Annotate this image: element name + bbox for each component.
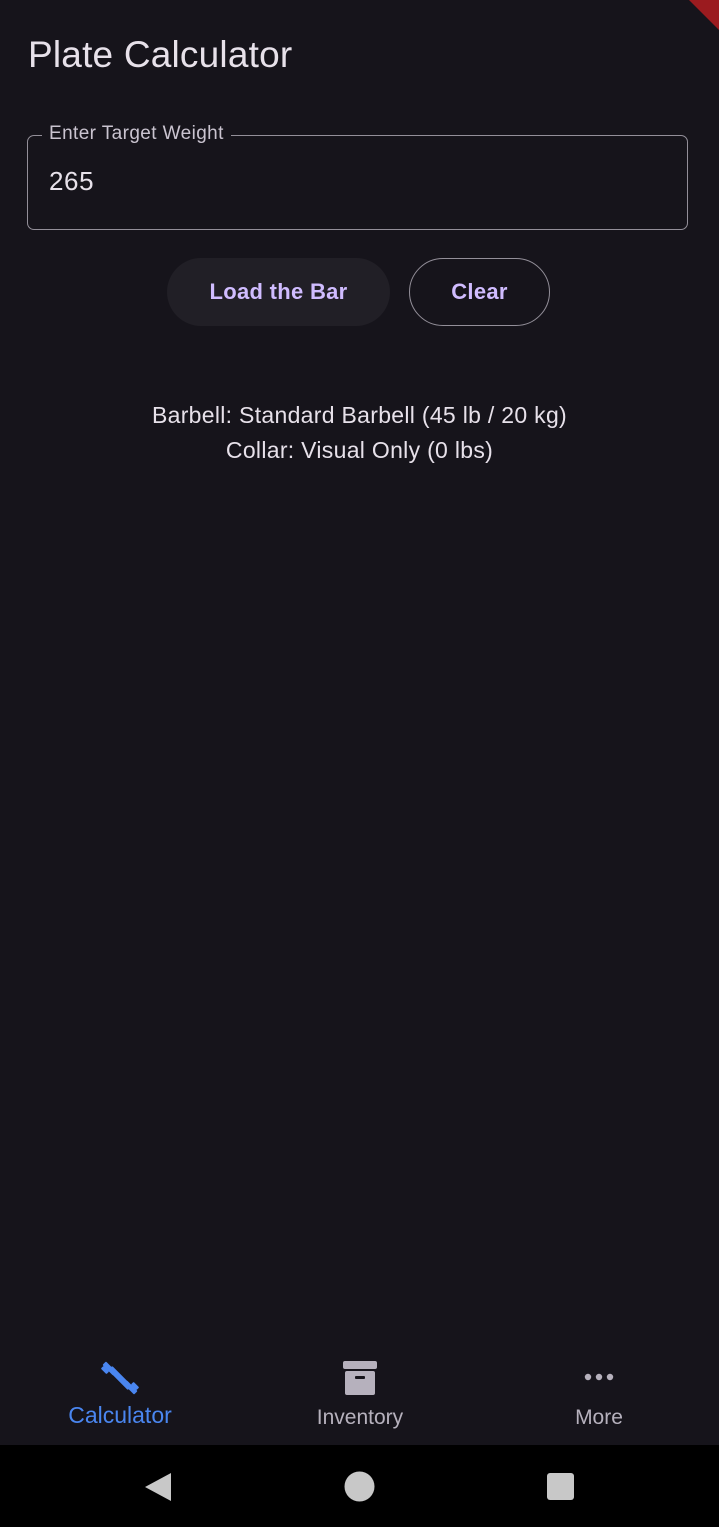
recents-square-icon[interactable] xyxy=(547,1473,574,1500)
target-weight-input[interactable]: 265 xyxy=(49,166,94,197)
more-dots-icon xyxy=(584,1373,614,1381)
collar-info: Collar: Visual Only (0 lbs) xyxy=(225,437,494,463)
load-bar-button[interactable]: Load the Bar xyxy=(167,258,390,326)
nav-item-more[interactable]: More xyxy=(479,1340,719,1445)
barbell-info: Barbell: Standard Barbell (45 lb / 20 kg… xyxy=(151,402,568,428)
page-title: Plate Calculator xyxy=(28,34,293,75)
system-navigation-bar xyxy=(0,1445,719,1527)
target-weight-label: Enter Target Weight xyxy=(42,123,231,145)
nav-item-calculator[interactable]: Calculator xyxy=(0,1340,240,1445)
app-screen: Plate Calculator Enter Target Weight 265… xyxy=(0,0,719,1527)
nav-label-more: More xyxy=(575,1406,623,1429)
nav-label-calculator: Calculator xyxy=(68,1402,172,1428)
archive-box-icon xyxy=(343,1361,377,1395)
target-weight-field[interactable]: Enter Target Weight 265 xyxy=(27,123,688,230)
barbell-icon xyxy=(101,1361,139,1395)
bottom-navigation: Calculator Inventory More xyxy=(0,1340,719,1445)
home-circle-icon[interactable] xyxy=(344,1471,375,1502)
debug-banner xyxy=(689,0,719,30)
nav-label-inventory: Inventory xyxy=(316,1406,404,1429)
nav-item-inventory[interactable]: Inventory xyxy=(240,1340,480,1445)
clear-button[interactable]: Clear xyxy=(409,258,550,326)
back-triangle-icon[interactable] xyxy=(143,1471,173,1503)
